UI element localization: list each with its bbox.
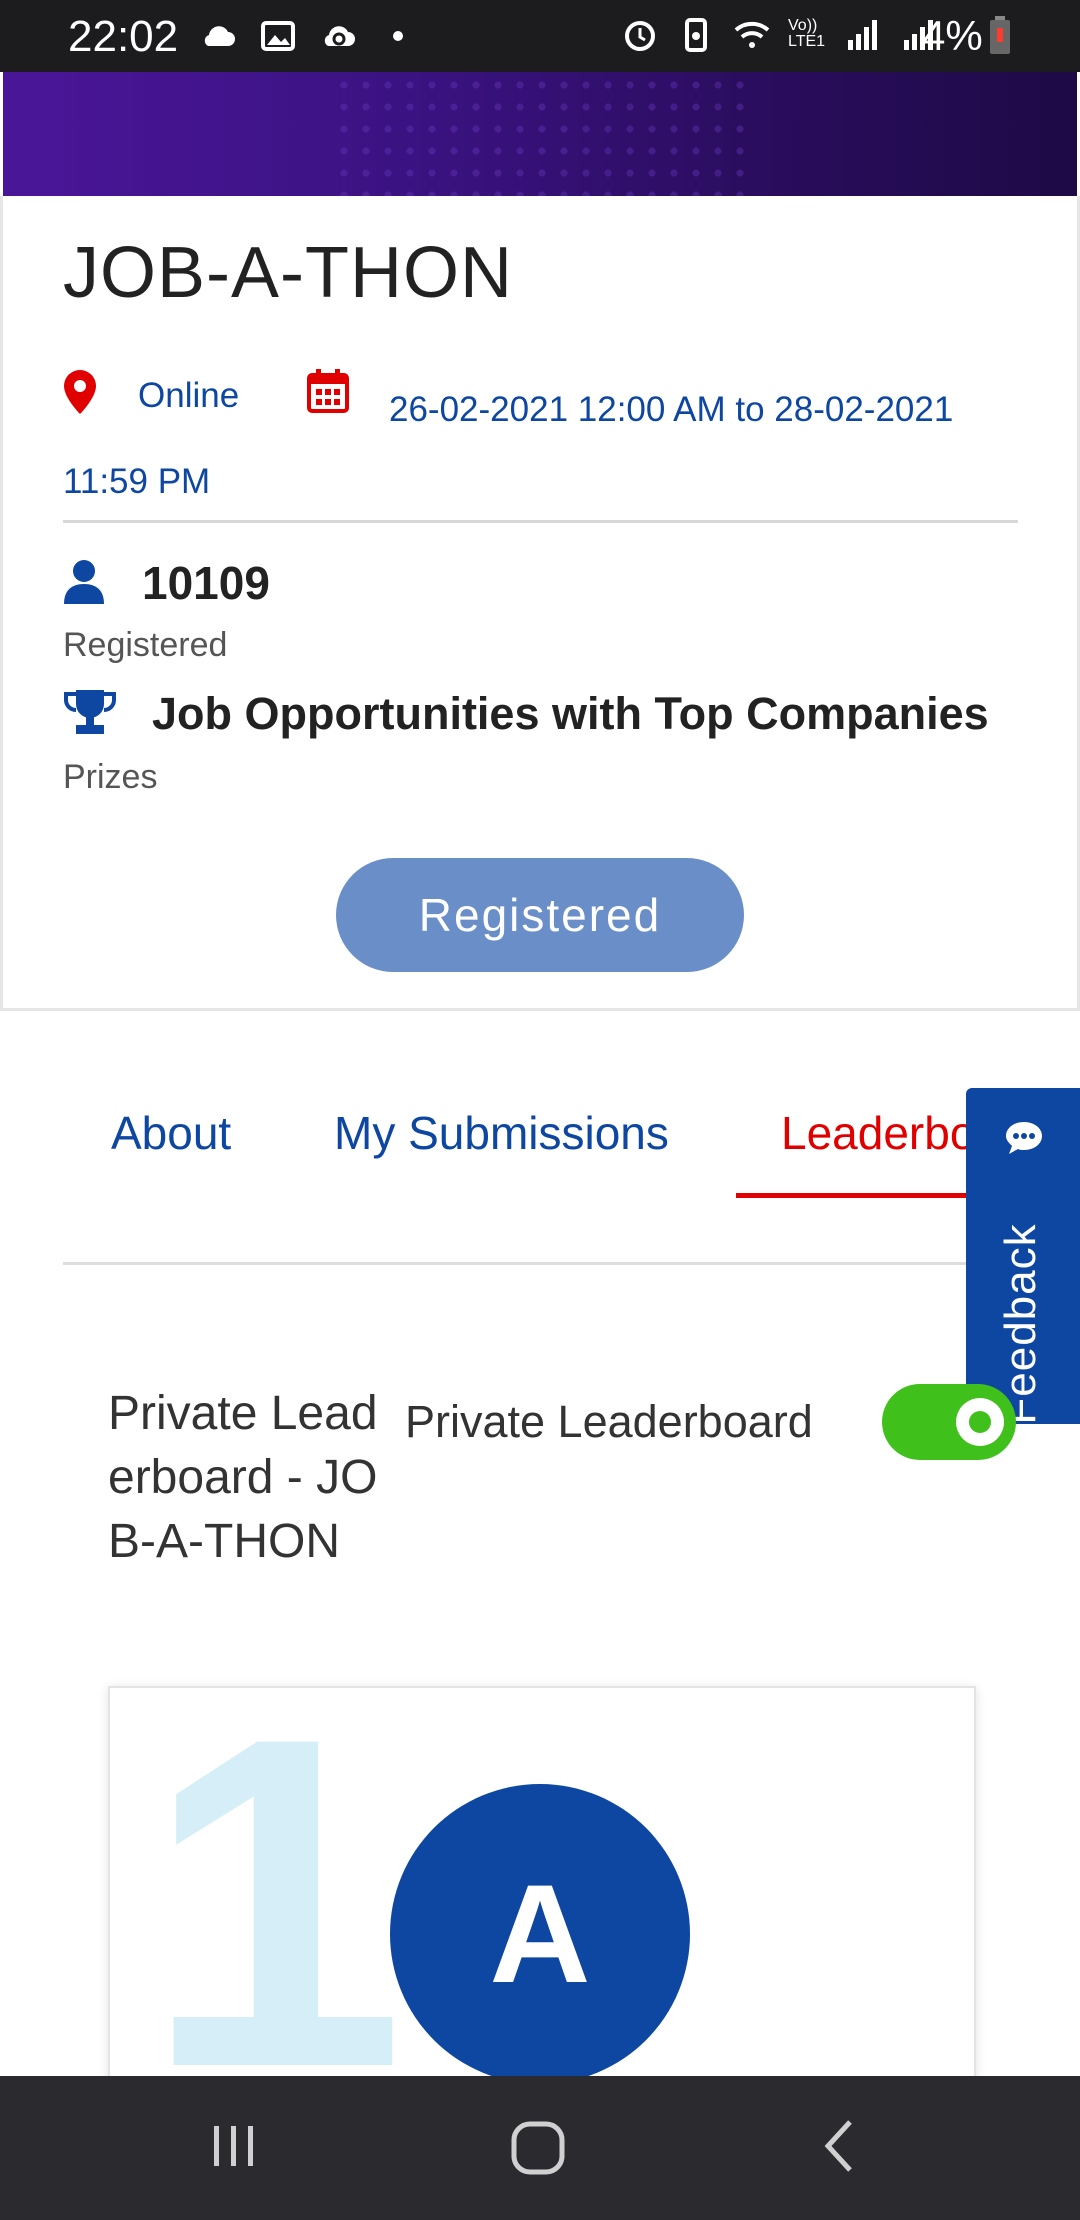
prize-label: Prizes bbox=[63, 758, 158, 796]
cloud-sync-icon bbox=[324, 26, 355, 46]
dot-icon bbox=[393, 31, 403, 41]
back-icon[interactable] bbox=[812, 2116, 872, 2176]
battery-saver-icon bbox=[685, 18, 707, 52]
tabs-divider bbox=[63, 1262, 1018, 1265]
event-title: JOB-A-THON bbox=[63, 233, 513, 313]
alarm-icon bbox=[625, 21, 655, 51]
registered-count: 10109 bbox=[142, 557, 270, 609]
private-leaderboard-toggle[interactable] bbox=[882, 1384, 1016, 1460]
battery-percent: 4% bbox=[922, 12, 983, 59]
feedback-button[interactable]: Feedback bbox=[966, 1088, 1080, 1425]
card-bottom-border bbox=[0, 1008, 1080, 1011]
tab-leaderboard[interactable]: Leaderboard bbox=[781, 1106, 966, 1160]
prize-text: Job Opportunities with Top Companies bbox=[152, 688, 989, 739]
user-icon bbox=[64, 560, 104, 604]
toggle-knob bbox=[956, 1398, 1004, 1446]
event-banner bbox=[3, 72, 1077, 196]
cloud-icon bbox=[204, 26, 235, 46]
image-icon bbox=[261, 21, 295, 51]
battery-icon bbox=[990, 16, 1010, 54]
navigation-bar bbox=[0, 2076, 1080, 2220]
active-tab-indicator bbox=[736, 1193, 986, 1198]
tab-about[interactable]: About bbox=[111, 1106, 231, 1160]
status-time: 22:02 bbox=[68, 12, 179, 61]
private-leaderboard-toggle-label: Private Leaderboard bbox=[405, 1396, 813, 1447]
chat-bubble-icon bbox=[1006, 1122, 1042, 1154]
network-label: Vo)) LTE1 bbox=[788, 17, 826, 50]
tab-my-submissions[interactable]: My Submissions bbox=[334, 1106, 669, 1160]
status-bar: 22:02 Vo)) LTE1 4% bbox=[0, 0, 1080, 72]
event-date-range: 26-02-2021 12:00 AM to 28-02-2021 11:59 … bbox=[63, 390, 954, 501]
registered-button[interactable]: Registered bbox=[336, 858, 744, 972]
signal-icon bbox=[848, 20, 877, 50]
avatar[interactable]: A bbox=[390, 1784, 690, 2084]
leaderboard-top-card: 1 A bbox=[108, 1686, 976, 2090]
recent-apps-icon[interactable] bbox=[204, 2116, 264, 2176]
wifi-icon bbox=[734, 21, 770, 48]
home-icon[interactable] bbox=[506, 2116, 570, 2180]
divider bbox=[63, 520, 1018, 523]
registered-label: Registered bbox=[63, 626, 228, 664]
trophy-icon bbox=[64, 690, 116, 734]
private-leaderboard-title: Private Leaderboard - JOB-A-THON bbox=[108, 1387, 378, 1568]
rank-number: 1 bbox=[144, 1686, 406, 2090]
